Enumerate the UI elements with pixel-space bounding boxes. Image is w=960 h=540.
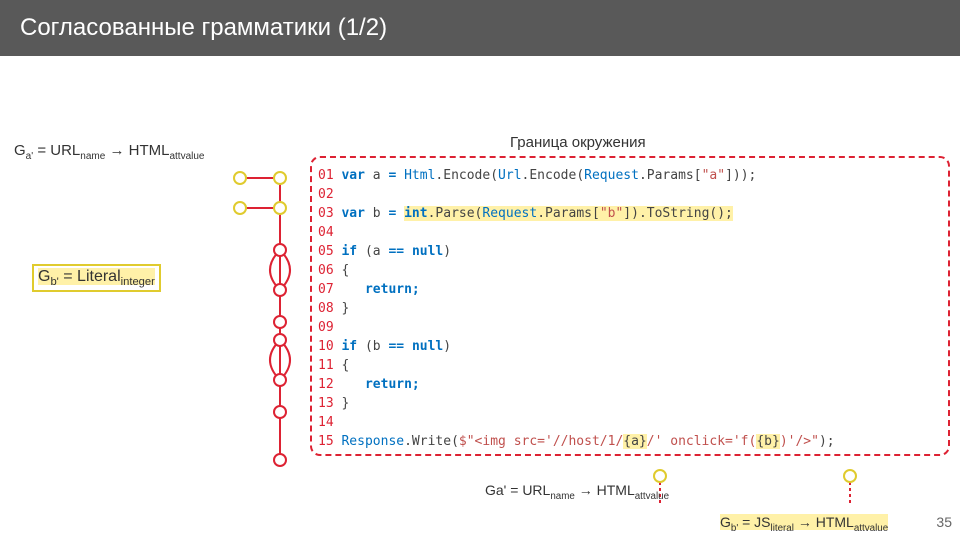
slide-body: Ga' = URLname → HTMLattvalue Gb' = Liter…	[0, 56, 960, 536]
formula-b: Gb' = Literalinteger	[32, 264, 161, 292]
boundary-label: Граница окружения	[510, 134, 646, 151]
bottom-formula-b: Gb' = JSliteral → HTMLattvalue	[720, 514, 888, 534]
formula-a: Ga' = URLname → HTMLattvalue	[14, 142, 204, 162]
code-block: 01 var a = Html.Encode(Url.Encode(Reques…	[318, 166, 835, 451]
slide-title: Согласованные грамматики (1/2)	[0, 0, 960, 56]
page-number: 35	[936, 514, 952, 530]
bottom-formula-a: Ga' = URLname → HTMLattvalue	[485, 482, 669, 502]
flow-graph	[230, 150, 320, 480]
